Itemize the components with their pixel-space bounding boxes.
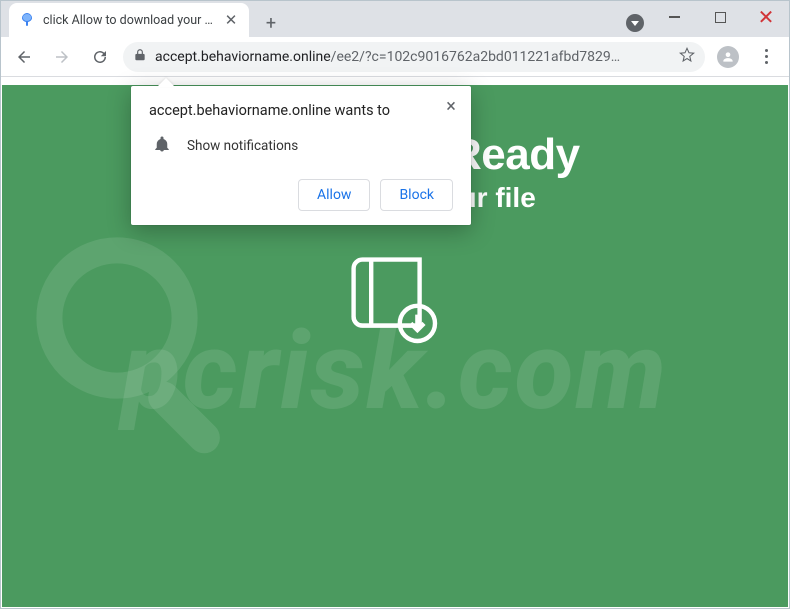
new-tab-button[interactable]: + bbox=[257, 9, 285, 37]
favicon-icon bbox=[19, 12, 35, 28]
tab-title: click Allow to download your file bbox=[43, 13, 215, 28]
address-bar[interactable]: accept.behaviorname.online/ee2/?c=102c90… bbox=[123, 42, 705, 72]
bookmark-star-button[interactable] bbox=[679, 47, 695, 67]
block-button[interactable]: Block bbox=[380, 179, 453, 211]
reload-button[interactable] bbox=[85, 42, 115, 72]
allow-button[interactable]: Allow bbox=[298, 179, 370, 211]
arrow-right-icon bbox=[53, 48, 71, 66]
url-text: accept.behaviorname.online/ee2/?c=102c90… bbox=[155, 49, 671, 65]
tabs-dropdown-button[interactable] bbox=[621, 9, 649, 37]
book-download-icon bbox=[340, 242, 450, 352]
arrow-left-icon bbox=[15, 48, 33, 66]
back-button[interactable] bbox=[9, 42, 39, 72]
overflow-menu-button[interactable] bbox=[751, 42, 781, 72]
browser-tab[interactable]: click Allow to download your file ✕ bbox=[9, 3, 249, 37]
window-maximize-button[interactable] bbox=[697, 1, 743, 33]
window-close-button[interactable]: ✕ bbox=[743, 1, 789, 33]
browser-toolbar: accept.behaviorname.online/ee2/?c=102c90… bbox=[1, 37, 789, 77]
bell-icon bbox=[153, 135, 171, 157]
permission-prompt: × accept.behaviorname.online wants to Sh… bbox=[131, 86, 471, 225]
avatar-icon bbox=[717, 46, 739, 68]
lock-icon bbox=[133, 47, 147, 66]
prompt-permission-label: Show notifications bbox=[187, 138, 298, 154]
window-minimize-button[interactable] bbox=[651, 1, 697, 33]
forward-button[interactable] bbox=[47, 42, 77, 72]
tab-close-button[interactable]: ✕ bbox=[223, 11, 239, 29]
profile-avatar-button[interactable] bbox=[713, 42, 743, 72]
prompt-origin-text: accept.behaviorname.online wants to bbox=[149, 102, 453, 119]
kebab-icon bbox=[765, 49, 768, 64]
reload-icon bbox=[91, 48, 109, 66]
prompt-close-button[interactable]: × bbox=[439, 94, 463, 118]
chevron-down-icon bbox=[626, 14, 644, 32]
